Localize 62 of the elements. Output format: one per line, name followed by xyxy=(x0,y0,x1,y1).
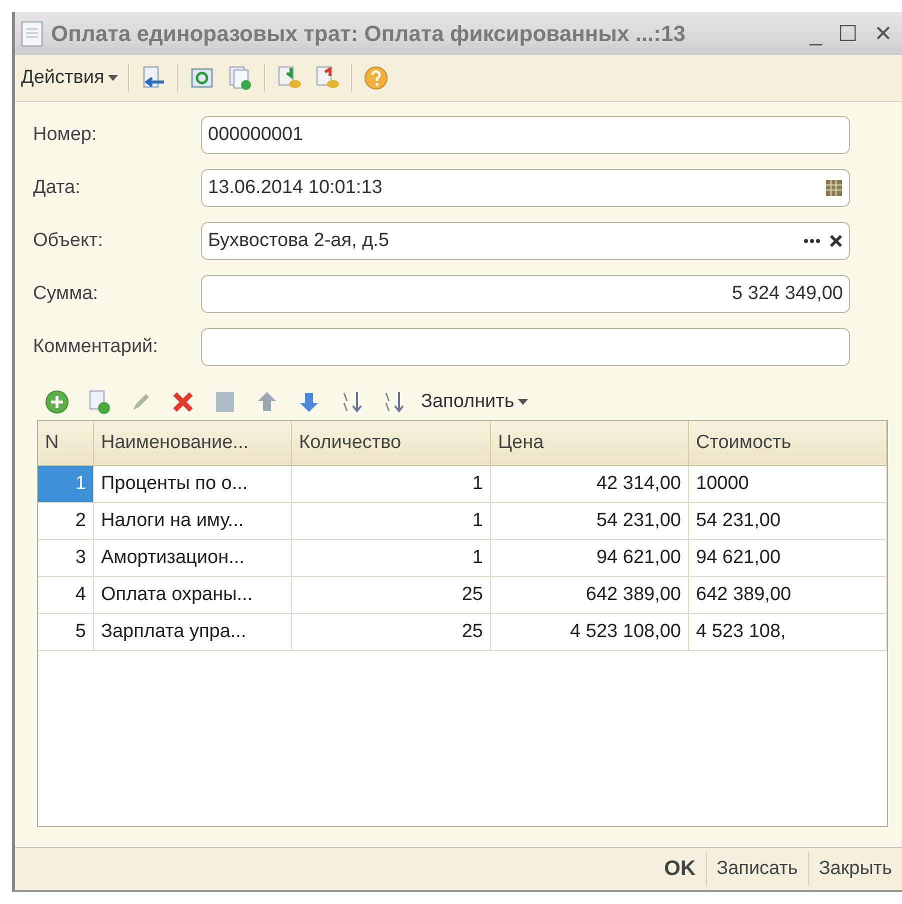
minimize-button[interactable]: _ xyxy=(806,20,826,46)
table-cell: 1 xyxy=(292,503,491,540)
table-cell: 642 389,00 xyxy=(689,577,887,614)
ok-button[interactable]: OK xyxy=(654,852,706,886)
field-label: Номер: xyxy=(33,124,98,146)
table-cell: 94 621,00 xyxy=(491,540,689,577)
window-title: Оплата единоразовых трат: Оплата фиксированных ...:13 xyxy=(51,20,686,46)
table-cell: 42 314,00 xyxy=(491,466,689,503)
add-icon xyxy=(44,389,70,415)
close-button[interactable]: ✕ xyxy=(870,20,896,46)
table-cell: Проценты по о... xyxy=(94,466,292,503)
calendar-icon[interactable] xyxy=(825,179,843,197)
field-label: Сумма: xyxy=(33,283,99,305)
table-cell: 4 xyxy=(38,577,94,614)
caret-icon xyxy=(518,399,528,405)
column-header[interactable]: Цена xyxy=(491,421,689,466)
column-header[interactable]: N xyxy=(38,421,94,466)
table-cell: 25 xyxy=(292,577,491,614)
table-cell: 5 xyxy=(38,614,94,651)
table-cell: 3 xyxy=(38,540,94,577)
help-icon xyxy=(363,65,390,91)
column-header[interactable]: Наименование... xyxy=(94,421,292,466)
table-cell: Зарплата упра... xyxy=(94,614,292,651)
table-cell: 94 621,00 xyxy=(689,540,887,577)
input-field[interactable]: Бухвостова 2-ая, д.5 xyxy=(201,222,850,260)
table-cell: 4 523 108,00 xyxy=(491,614,689,651)
field-label: Дата: xyxy=(33,177,82,199)
input-field[interactable]: 000000001 xyxy=(201,116,850,154)
caret-icon xyxy=(108,75,118,81)
ellipsis-icon[interactable] xyxy=(803,238,821,244)
input-field[interactable]: 5 324 349,00 xyxy=(201,275,850,313)
table-cell: 1 xyxy=(292,540,491,577)
input-field[interactable] xyxy=(201,328,850,366)
table-cell: 4 523 108, xyxy=(689,614,887,651)
help-button[interactable] xyxy=(362,64,390,92)
actions-menu[interactable]: Действия xyxy=(21,67,118,89)
close-button[interactable]: Закрыть xyxy=(808,852,902,886)
table-cell: 642 389,00 xyxy=(491,577,689,614)
document-coins-icon xyxy=(314,65,340,91)
table-cell: 1 xyxy=(38,466,94,503)
document-coins-icon xyxy=(276,65,302,91)
table-cell: 25 xyxy=(292,614,491,651)
table-cell: Оплата охраны... xyxy=(94,577,292,614)
table-cell: Налоги на иму... xyxy=(94,503,292,540)
table-cell: 54 231,00 xyxy=(689,503,887,540)
add-button[interactable] xyxy=(43,388,71,416)
clear-icon[interactable] xyxy=(829,234,843,248)
field-label: Комментарий: xyxy=(33,336,159,358)
input-field[interactable]: 13.06.2014 10:01:13 xyxy=(201,169,850,207)
table-cell: 10000 xyxy=(689,466,887,503)
table-cell: 1 xyxy=(292,466,491,503)
table-cell: 54 231,00 xyxy=(491,503,689,540)
column-header[interactable]: Стоимость xyxy=(689,421,887,466)
table-cell: 2 xyxy=(38,503,94,540)
document-icon xyxy=(21,20,43,46)
column-header[interactable]: Количество xyxy=(292,421,491,466)
maximize-button[interactable]: ☐ xyxy=(834,20,862,46)
field-label: Объект: xyxy=(33,230,104,252)
table-cell: Амортизацион... xyxy=(94,540,292,577)
fill-menu[interactable]: Заполнить xyxy=(421,391,528,413)
save-button[interactable]: Записать xyxy=(706,852,808,886)
copy-add-icon xyxy=(227,65,254,91)
